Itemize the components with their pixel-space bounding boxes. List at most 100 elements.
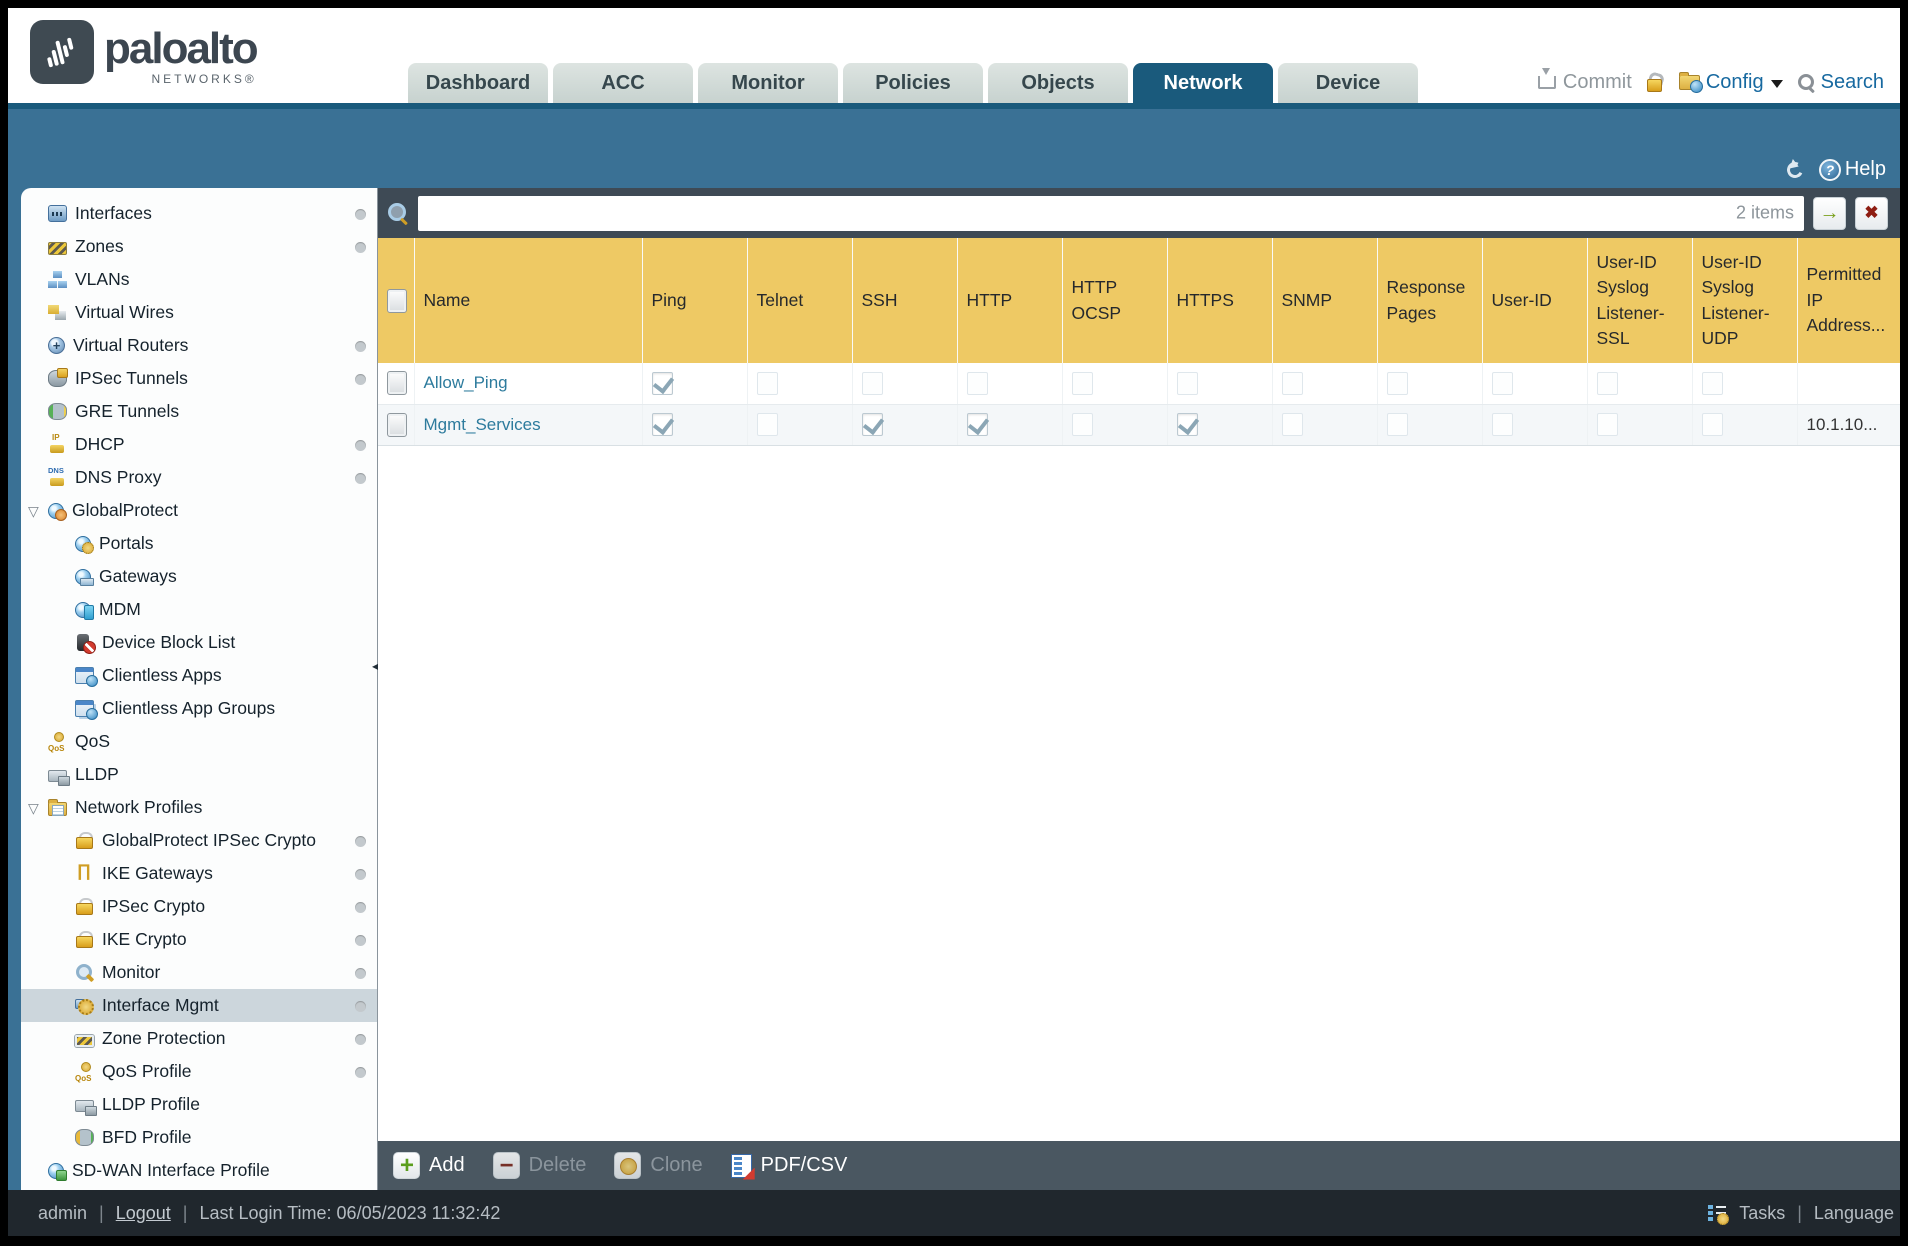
sidebar-item-portals[interactable]: Portals: [21, 527, 377, 560]
clone-icon: [614, 1152, 642, 1179]
tab-monitor[interactable]: Monitor: [698, 63, 838, 103]
sidebar-item-label: SD-WAN Interface Profile: [72, 1160, 270, 1180]
sidebar-item-vlans[interactable]: VLANs: [21, 263, 377, 296]
row-select-checkbox[interactable]: [387, 371, 407, 396]
sidebar-item-interface-mgmt[interactable]: Interface Mgmt: [21, 989, 377, 1022]
dhcp-icon: [48, 433, 67, 453]
tab-network[interactable]: Network: [1133, 63, 1273, 103]
sidebar-item-lldp-profile[interactable]: LLDP Profile: [21, 1088, 377, 1121]
sidebar-item-label: Zones: [75, 236, 124, 256]
sidebar-item-label: BFD Profile: [102, 1127, 192, 1147]
sidebar-item-bfd-profile[interactable]: BFD Profile: [21, 1121, 377, 1154]
sidebar-item-ike-crypto[interactable]: IKE Crypto: [21, 923, 377, 956]
column-header-user-id[interactable]: User-ID: [1481, 238, 1587, 363]
table-row: Mgmt_Services 10.1.10...: [378, 404, 1900, 446]
item-status-dot: [355, 868, 366, 880]
row-select-checkbox[interactable]: [387, 412, 407, 437]
sidebar-item-zones[interactable]: Zones: [21, 230, 377, 263]
tab-acc[interactable]: ACC: [553, 63, 693, 103]
tab-dashboard[interactable]: Dashboard: [408, 63, 548, 103]
sidebar-item-label: VLANs: [75, 269, 130, 289]
help-button[interactable]: Help: [1818, 158, 1886, 181]
add-button[interactable]: Add: [393, 1152, 465, 1179]
column-header-response-pages[interactable]: Response Pages: [1376, 238, 1482, 363]
global-search-button[interactable]: Search: [1797, 71, 1884, 94]
lock-open-icon[interactable]: [1646, 73, 1664, 92]
sidebar-item-mdm[interactable]: MDM: [21, 593, 377, 626]
sidebar-item-qos[interactable]: QoS: [21, 725, 377, 758]
sidebar-item-virtual-routers[interactable]: Virtual Routers: [21, 329, 377, 362]
lldp-icon: [75, 1099, 97, 1116]
table-row: Allow_Ping: [378, 363, 1900, 405]
dns-proxy-icon: [48, 466, 67, 486]
delete-button[interactable]: Delete: [492, 1152, 587, 1179]
tab-device[interactable]: Device: [1278, 63, 1418, 103]
profile-name-link[interactable]: Mgmt_Services: [424, 415, 541, 434]
sidebar-item-lldp[interactable]: LLDP: [21, 758, 377, 791]
sidebar-item-gateways[interactable]: Gateways: [21, 560, 377, 593]
sidebar-item-interfaces[interactable]: Interfaces: [21, 197, 377, 230]
column-header-permitted-ip-address[interactable]: Permitted IP Address...: [1796, 238, 1900, 363]
sidebar-collapse-handle[interactable]: [372, 659, 378, 673]
profile-name-link[interactable]: Allow_Ping: [424, 373, 508, 392]
filter-input[interactable]: [418, 195, 1804, 231]
commit-button[interactable]: Commit: [1537, 68, 1632, 94]
sidebar-item-dns-proxy[interactable]: DNS Proxy: [21, 461, 377, 494]
column-header-http-ocsp[interactable]: HTTP OCSP: [1061, 238, 1167, 363]
logout-link[interactable]: Logout: [116, 1203, 171, 1224]
sidebar-item-sd-wan-interface-profile[interactable]: SD-WAN Interface Profile: [21, 1154, 377, 1187]
sidebar-item-globalprotect[interactable]: ▽ GlobalProtect: [21, 494, 377, 527]
service-check-user-id-syslog-listener-udp: [1701, 413, 1723, 436]
sidebar-item-clientless-app-groups[interactable]: Clientless App Groups: [21, 692, 377, 725]
sidebar-item-label: LLDP Profile: [102, 1094, 200, 1114]
sidebar-item-label: IKE Gateways: [102, 863, 213, 883]
expand-caret-icon[interactable]: ▽: [28, 504, 39, 518]
pdf-csv-button[interactable]: PDF/CSV: [730, 1153, 847, 1178]
item-status-dot: [355, 835, 366, 847]
column-header-ssh[interactable]: SSH: [851, 238, 957, 363]
status-footer: admin | Logout | Last Login Time: 06/05/…: [8, 1190, 1900, 1236]
service-check-user-id-syslog-listener-udp: [1701, 371, 1723, 395]
apply-filter-button[interactable]: [1813, 196, 1846, 230]
clone-button[interactable]: Clone: [614, 1152, 703, 1179]
sidebar-item-monitor[interactable]: Monitor: [21, 956, 377, 989]
sidebar-item-label: Clientless App Groups: [102, 698, 276, 718]
sidebar-item-dhcp[interactable]: DHCP: [21, 428, 377, 461]
sidebar-item-network-profiles[interactable]: ▽ Network Profiles: [21, 791, 377, 824]
sidebar-item-virtual-wires[interactable]: Virtual Wires: [21, 296, 377, 329]
portals-icon: [75, 535, 94, 554]
column-header-telnet[interactable]: Telnet: [746, 238, 852, 363]
sidebar-item-gre-tunnels[interactable]: GRE Tunnels: [21, 395, 377, 428]
language-button[interactable]: Language: [1814, 1203, 1894, 1224]
expand-caret-icon[interactable]: ▽: [28, 801, 39, 815]
column-header-user-id-syslog-listener-ssl[interactable]: User-ID Syslog Listener-SSL: [1586, 238, 1692, 363]
top-header: paloalto NETWORKS® Dashboard ACC Monitor Po…: [8, 8, 1900, 103]
sidebar-item-ike-gateways[interactable]: IKE Gateways: [21, 857, 377, 890]
delete-label: Delete: [528, 1154, 587, 1176]
sidebar-item-qos-profile[interactable]: QoS Profile: [21, 1055, 377, 1088]
select-all-checkbox[interactable]: [387, 288, 407, 313]
config-menu-button[interactable]: Config: [1678, 71, 1783, 94]
sidebar-item-zone-protection[interactable]: Zone Protection: [21, 1022, 377, 1055]
refresh-icon[interactable]: [1784, 159, 1806, 180]
device-block-list-icon: [77, 634, 96, 654]
sidebar-item-ipsec-crypto[interactable]: IPSec Crypto: [21, 890, 377, 923]
clear-filter-button[interactable]: [1855, 196, 1888, 230]
sidebar-item-globalprotect-ipsec-crypto[interactable]: GlobalProtect IPSec Crypto: [21, 824, 377, 857]
clone-label: Clone: [650, 1154, 703, 1176]
permitted-ip-cell: 10.1.10...: [1796, 404, 1900, 446]
lock-icon: [75, 898, 94, 915]
sidebar-item-ipsec-tunnels[interactable]: IPSec Tunnels: [21, 362, 377, 395]
tab-policies[interactable]: Policies: [843, 63, 983, 103]
sidebar-item-clientless-apps[interactable]: Clientless Apps: [21, 659, 377, 692]
column-header-snmp[interactable]: SNMP: [1271, 238, 1377, 363]
column-header-http[interactable]: HTTP: [956, 238, 1062, 363]
column-header-name[interactable]: Name: [413, 238, 642, 363]
sidebar-item-device-block-list[interactable]: Device Block List: [21, 626, 377, 659]
column-header-user-id-syslog-listener-udp[interactable]: User-ID Syslog Listener-UDP: [1691, 238, 1797, 363]
column-header-https[interactable]: HTTPS: [1166, 238, 1272, 363]
main-nav-tabs: Dashboard ACC Monitor Policies Objects Networ…: [408, 63, 1418, 103]
tasks-button[interactable]: Tasks: [1739, 1203, 1785, 1224]
tab-objects[interactable]: Objects: [988, 63, 1128, 103]
column-header-ping[interactable]: Ping: [641, 238, 747, 363]
